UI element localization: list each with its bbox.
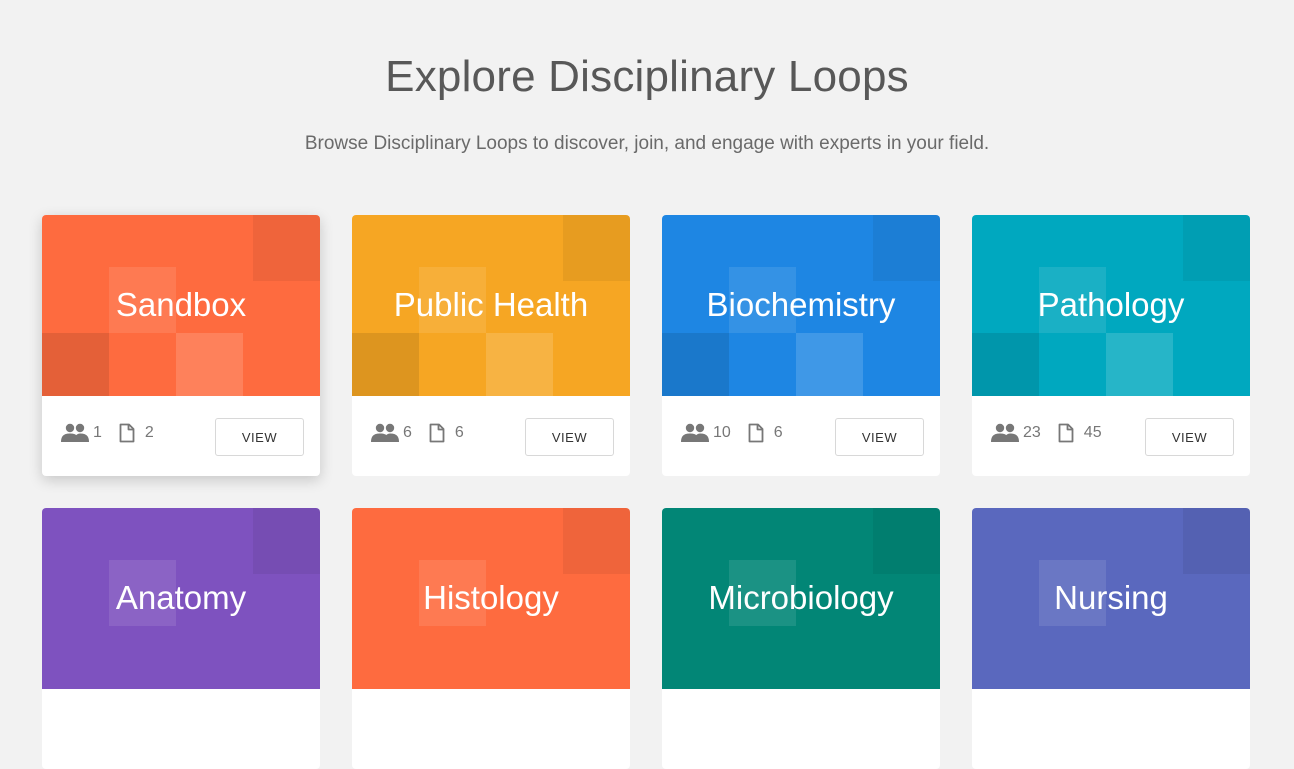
card-title: Nursing [1054, 579, 1168, 616]
card-footer: 23 45 VIEW [972, 396, 1250, 476]
members-count: 1 [93, 424, 102, 441]
card-footer: 6 6 VIEW [352, 396, 630, 476]
card-title: Pathology [1037, 286, 1185, 323]
card-title: Public Health [393, 286, 589, 323]
card-banner[interactable]: Sandbox [42, 215, 320, 396]
members-count: 23 [1023, 424, 1041, 441]
document-icon [428, 423, 446, 443]
card-title: Anatomy [115, 579, 247, 616]
card-banner[interactable]: Public Health [352, 215, 630, 396]
people-icon [990, 423, 1020, 443]
document-icon [1057, 423, 1075, 443]
card-banner[interactable]: Nursing [972, 508, 1250, 689]
card-title: Histology [423, 579, 559, 616]
card-title: Biochemistry [706, 286, 896, 323]
card-banner[interactable]: Pathology [972, 215, 1250, 396]
members-count: 6 [403, 424, 412, 441]
loop-card-microbiology[interactable]: Microbiology [662, 508, 940, 769]
documents-count: 2 [144, 424, 154, 441]
loop-card-biochemistry[interactable]: Biochemistry 10 6 VIEW [662, 215, 940, 476]
view-button[interactable]: VIEW [835, 418, 924, 456]
view-button[interactable]: VIEW [525, 418, 614, 456]
documents-count: 45 [1083, 424, 1102, 441]
view-button[interactable]: VIEW [1145, 418, 1234, 456]
document-icon [118, 423, 136, 443]
people-icon [60, 423, 90, 443]
card-meta: 23 45 [990, 423, 1118, 443]
card-banner[interactable]: Microbiology [662, 508, 940, 689]
loop-card-pathology[interactable]: Pathology 23 45 VIEW [972, 215, 1250, 476]
page-subtitle: Browse Disciplinary Loops to discover, j… [304, 133, 990, 154]
people-icon [680, 423, 710, 443]
card-footer: 1 2 VIEW [42, 396, 320, 476]
card-meta: 10 6 [680, 423, 799, 443]
document-icon [747, 423, 765, 443]
loops-grid: Sandbox 1 2 VIEW Public Health 6 6 VIEW … [42, 215, 1252, 769]
card-banner[interactable]: Biochemistry [662, 215, 940, 396]
loop-card-public-health[interactable]: Public Health 6 6 VIEW [352, 215, 630, 476]
card-banner[interactable]: Histology [352, 508, 630, 689]
card-meta: 1 2 [60, 423, 170, 443]
card-footer: 10 6 VIEW [662, 396, 940, 476]
people-icon [370, 423, 400, 443]
loop-card-nursing[interactable]: Nursing [972, 508, 1250, 769]
view-button[interactable]: VIEW [215, 418, 304, 456]
card-banner[interactable]: Anatomy [42, 508, 320, 689]
members-count: 10 [713, 424, 731, 441]
loop-card-anatomy[interactable]: Anatomy [42, 508, 320, 769]
card-meta: 6 6 [370, 423, 480, 443]
loop-card-sandbox[interactable]: Sandbox 1 2 VIEW [42, 215, 320, 476]
documents-count: 6 [454, 424, 464, 441]
card-title: Sandbox [115, 286, 247, 323]
loop-card-histology[interactable]: Histology [352, 508, 630, 769]
documents-count: 6 [773, 424, 783, 441]
page-title: Explore Disciplinary Loops [385, 52, 909, 101]
card-title: Microbiology [708, 579, 894, 616]
